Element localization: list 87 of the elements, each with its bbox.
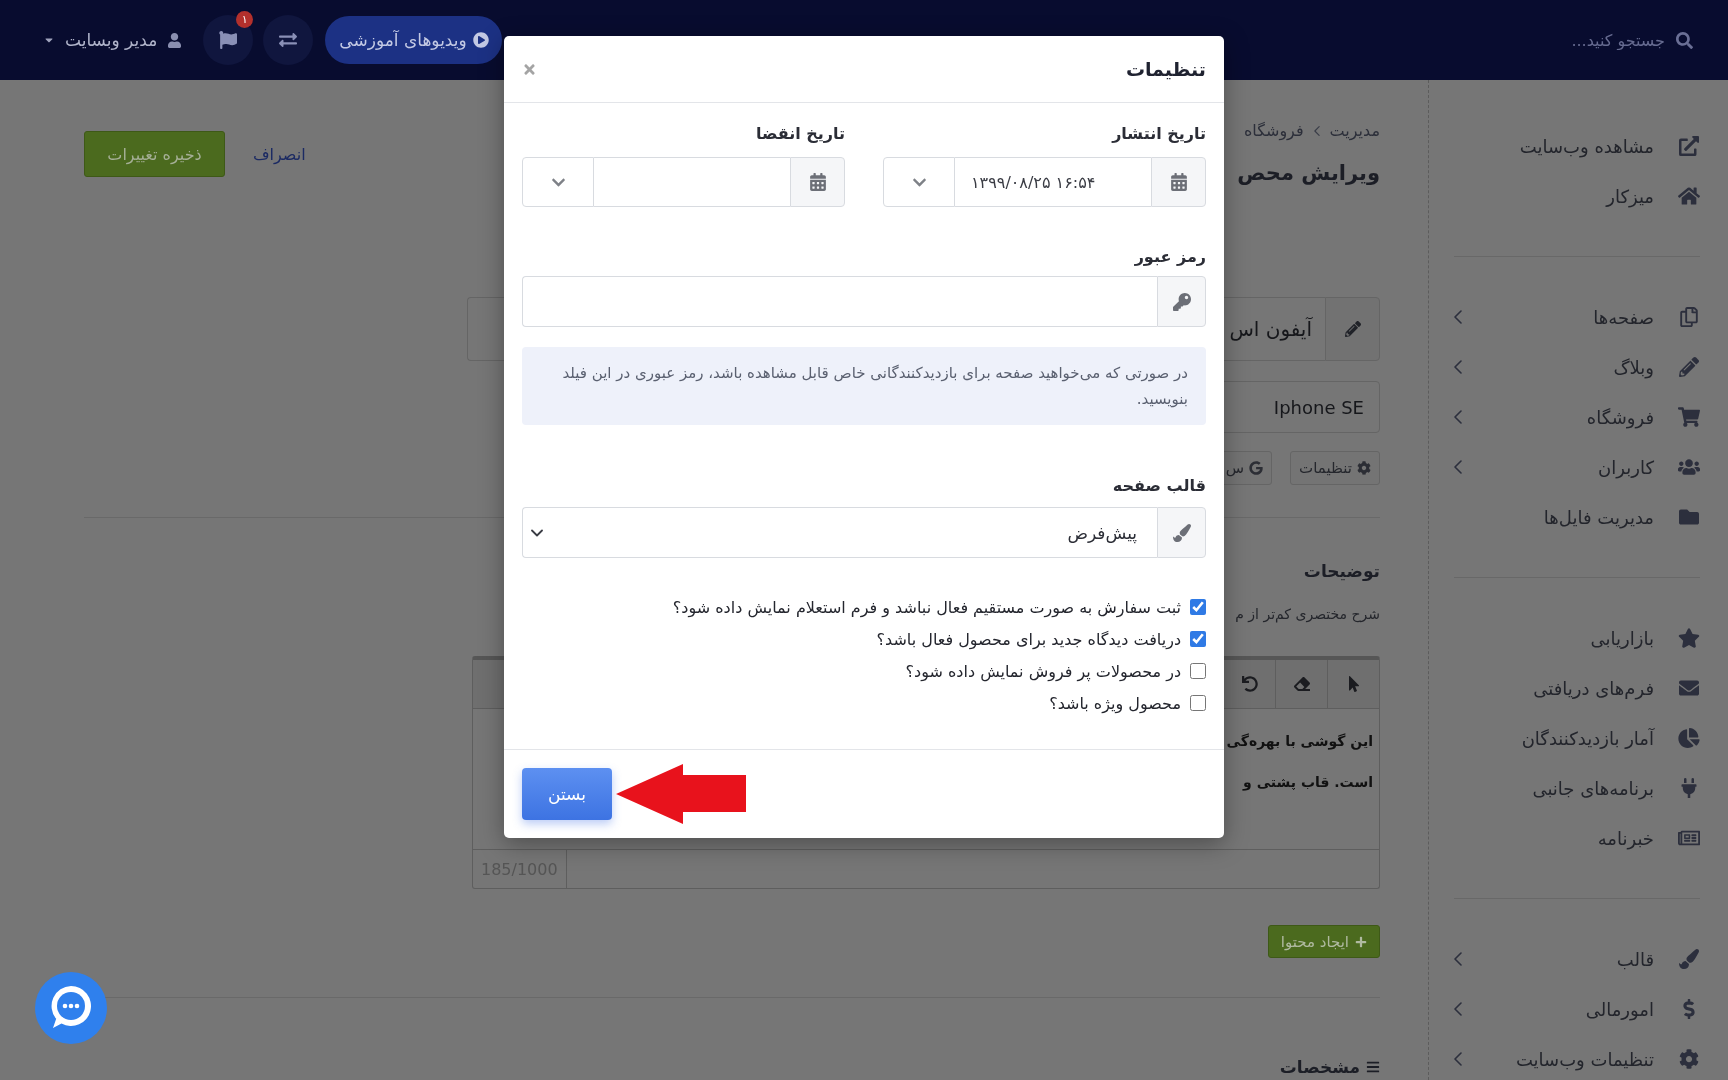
key-icon: [1172, 292, 1191, 311]
sidebar-item[interactable]: میزکار: [1429, 171, 1728, 221]
external-link-icon: [1678, 136, 1700, 156]
sidebar-item[interactable]: آمار بازدیدکنندگان: [1429, 713, 1728, 763]
save-button[interactable]: ذخیره تغییرات: [84, 131, 225, 177]
editor-text-line: این گوشی با بهره‌گی: [1226, 732, 1373, 752]
undo-icon: [1241, 676, 1258, 692]
tutorial-videos-button[interactable]: ویدیوهای آموزشی: [325, 16, 502, 64]
page-title: ویرایش محص: [1237, 160, 1380, 187]
newspaper-icon: [1678, 828, 1700, 848]
chevron-down-icon: [531, 528, 543, 537]
arrow-icon: [616, 764, 746, 824]
checkbox-label: محصول ویژه باشد؟: [1049, 693, 1181, 713]
section-heading: مشخصات: [1279, 1056, 1360, 1078]
field-label: تاریخ انتشار: [1112, 123, 1206, 145]
brush-icon: [1172, 523, 1191, 542]
play-icon: [472, 32, 489, 48]
sidebar-item[interactable]: تنظیمات وب‌سایت: [1429, 1034, 1728, 1080]
sidebar-item[interactable]: قالب: [1429, 934, 1728, 984]
eraser-icon: [1292, 676, 1311, 692]
settings-icon: [1678, 1049, 1700, 1069]
checkbox-label: در محصولات پر فروش نمایش داده شود؟: [905, 661, 1181, 681]
close-dialog-button[interactable]: بستن: [522, 768, 612, 820]
sidebar-item[interactable]: فرم‌های دریافتی: [1429, 663, 1728, 713]
pencil-icon: [1344, 321, 1361, 337]
close-button[interactable]: [522, 61, 537, 77]
user-icon: [168, 32, 182, 48]
brush-icon: [1678, 949, 1700, 969]
close-icon: [522, 61, 537, 77]
pencil-icon: [1678, 357, 1700, 377]
breadcrumb-chevron-icon: [1313, 126, 1320, 136]
notification-badge: ۱: [236, 11, 254, 28]
hint-text: در صورتی که می‌خواهید صفحه برای بازدیدکنندگانی خاص قابل مشاهده باشد، رمز عبوری در این فیلد بنویسید.: [561, 363, 1188, 410]
sidebar-item[interactable]: کاربران: [1429, 442, 1728, 492]
sidebar-item[interactable]: فروشگاه: [1429, 392, 1728, 442]
search-icon: [1676, 31, 1693, 49]
users-icon: [1678, 457, 1700, 477]
toolbar-button[interactable]: تنظیمات: [1290, 451, 1380, 485]
chat-bubble-icon: [35, 972, 107, 1044]
envelope-icon: [1678, 678, 1700, 698]
sidebar-item[interactable]: بازاریابی: [1429, 613, 1728, 663]
editor-text-line: است. قاب پشتی و: [1243, 773, 1373, 793]
create-content-button[interactable]: ایجاد محتوا: [1267, 925, 1380, 958]
star-icon: [1678, 628, 1700, 648]
sidebar-item[interactable]: مدیریت فایل‌ها: [1429, 492, 1728, 542]
sidebar-item[interactable]: امورمالی: [1429, 984, 1728, 1034]
flag-icon: [219, 31, 238, 49]
calendar-icon: [808, 173, 827, 191]
date-field[interactable]: [594, 157, 790, 207]
cancel-link[interactable]: انصراف: [253, 144, 306, 164]
section-heading: توضیحات: [1303, 560, 1380, 582]
checkbox[interactable]: [1190, 599, 1206, 615]
folder-icon: [1678, 507, 1700, 527]
chat-button[interactable]: [35, 972, 107, 1044]
field-label: رمز عبور: [1134, 246, 1206, 268]
pie-chart-icon: [1678, 728, 1700, 748]
calendar-icon: [1169, 173, 1188, 191]
checkbox[interactable]: [1190, 695, 1206, 711]
sidebar-item[interactable]: صفحه‌ها: [1429, 292, 1728, 342]
checkbox[interactable]: [1190, 631, 1206, 647]
field-hint: شرح مختصری کم‌تر از م: [1235, 605, 1380, 624]
sidebar-item[interactable]: خبرنامه: [1429, 813, 1728, 863]
search-field[interactable]: جستجو کنید...: [1553, 25, 1665, 55]
swap-arrows-icon: [279, 31, 298, 49]
field-label: تاریخ انقضا: [755, 123, 845, 145]
checkbox-label: دریافت دیدگاه جدید برای محصول فعال باشد؟: [876, 629, 1181, 649]
documents-icon: [1678, 307, 1700, 327]
date-field[interactable]: ۱۳۹۹/۰۸/۲۵ ۱۶:۵۴: [955, 157, 1151, 207]
plus-icon: [1355, 935, 1367, 948]
sidebar-item[interactable]: مشاهده وب‌سایت: [1429, 121, 1728, 171]
cart-icon: [1678, 407, 1700, 427]
dialog-title: تنظیمات: [1125, 58, 1206, 80]
home-icon: [1678, 186, 1700, 206]
bars-icon: [1366, 1060, 1380, 1074]
password-field[interactable]: [522, 276, 1157, 327]
checkbox[interactable]: [1190, 663, 1206, 679]
user-menu[interactable]: مدیر وبسایت: [44, 30, 182, 50]
swap-button[interactable]: [263, 15, 314, 65]
gear-icon: [1357, 461, 1371, 475]
sidebar-item[interactable]: وبلاگ: [1429, 342, 1728, 392]
template-select[interactable]: پیش‌فرض: [522, 507, 1157, 558]
checkbox-label: ثبت سفارش به صورت مستقیم فعال نباشد و فرم استعلام نمایش داده شود؟: [672, 597, 1181, 617]
field-label: قالب صفحه: [1112, 475, 1206, 497]
breadcrumb-link[interactable]: فروشگاه: [1243, 121, 1304, 141]
sidebar-item[interactable]: برنامه‌های جانبی: [1429, 763, 1728, 813]
breadcrumb-link[interactable]: مدیریت: [1329, 121, 1380, 141]
g-letter-icon: [1249, 461, 1264, 475]
